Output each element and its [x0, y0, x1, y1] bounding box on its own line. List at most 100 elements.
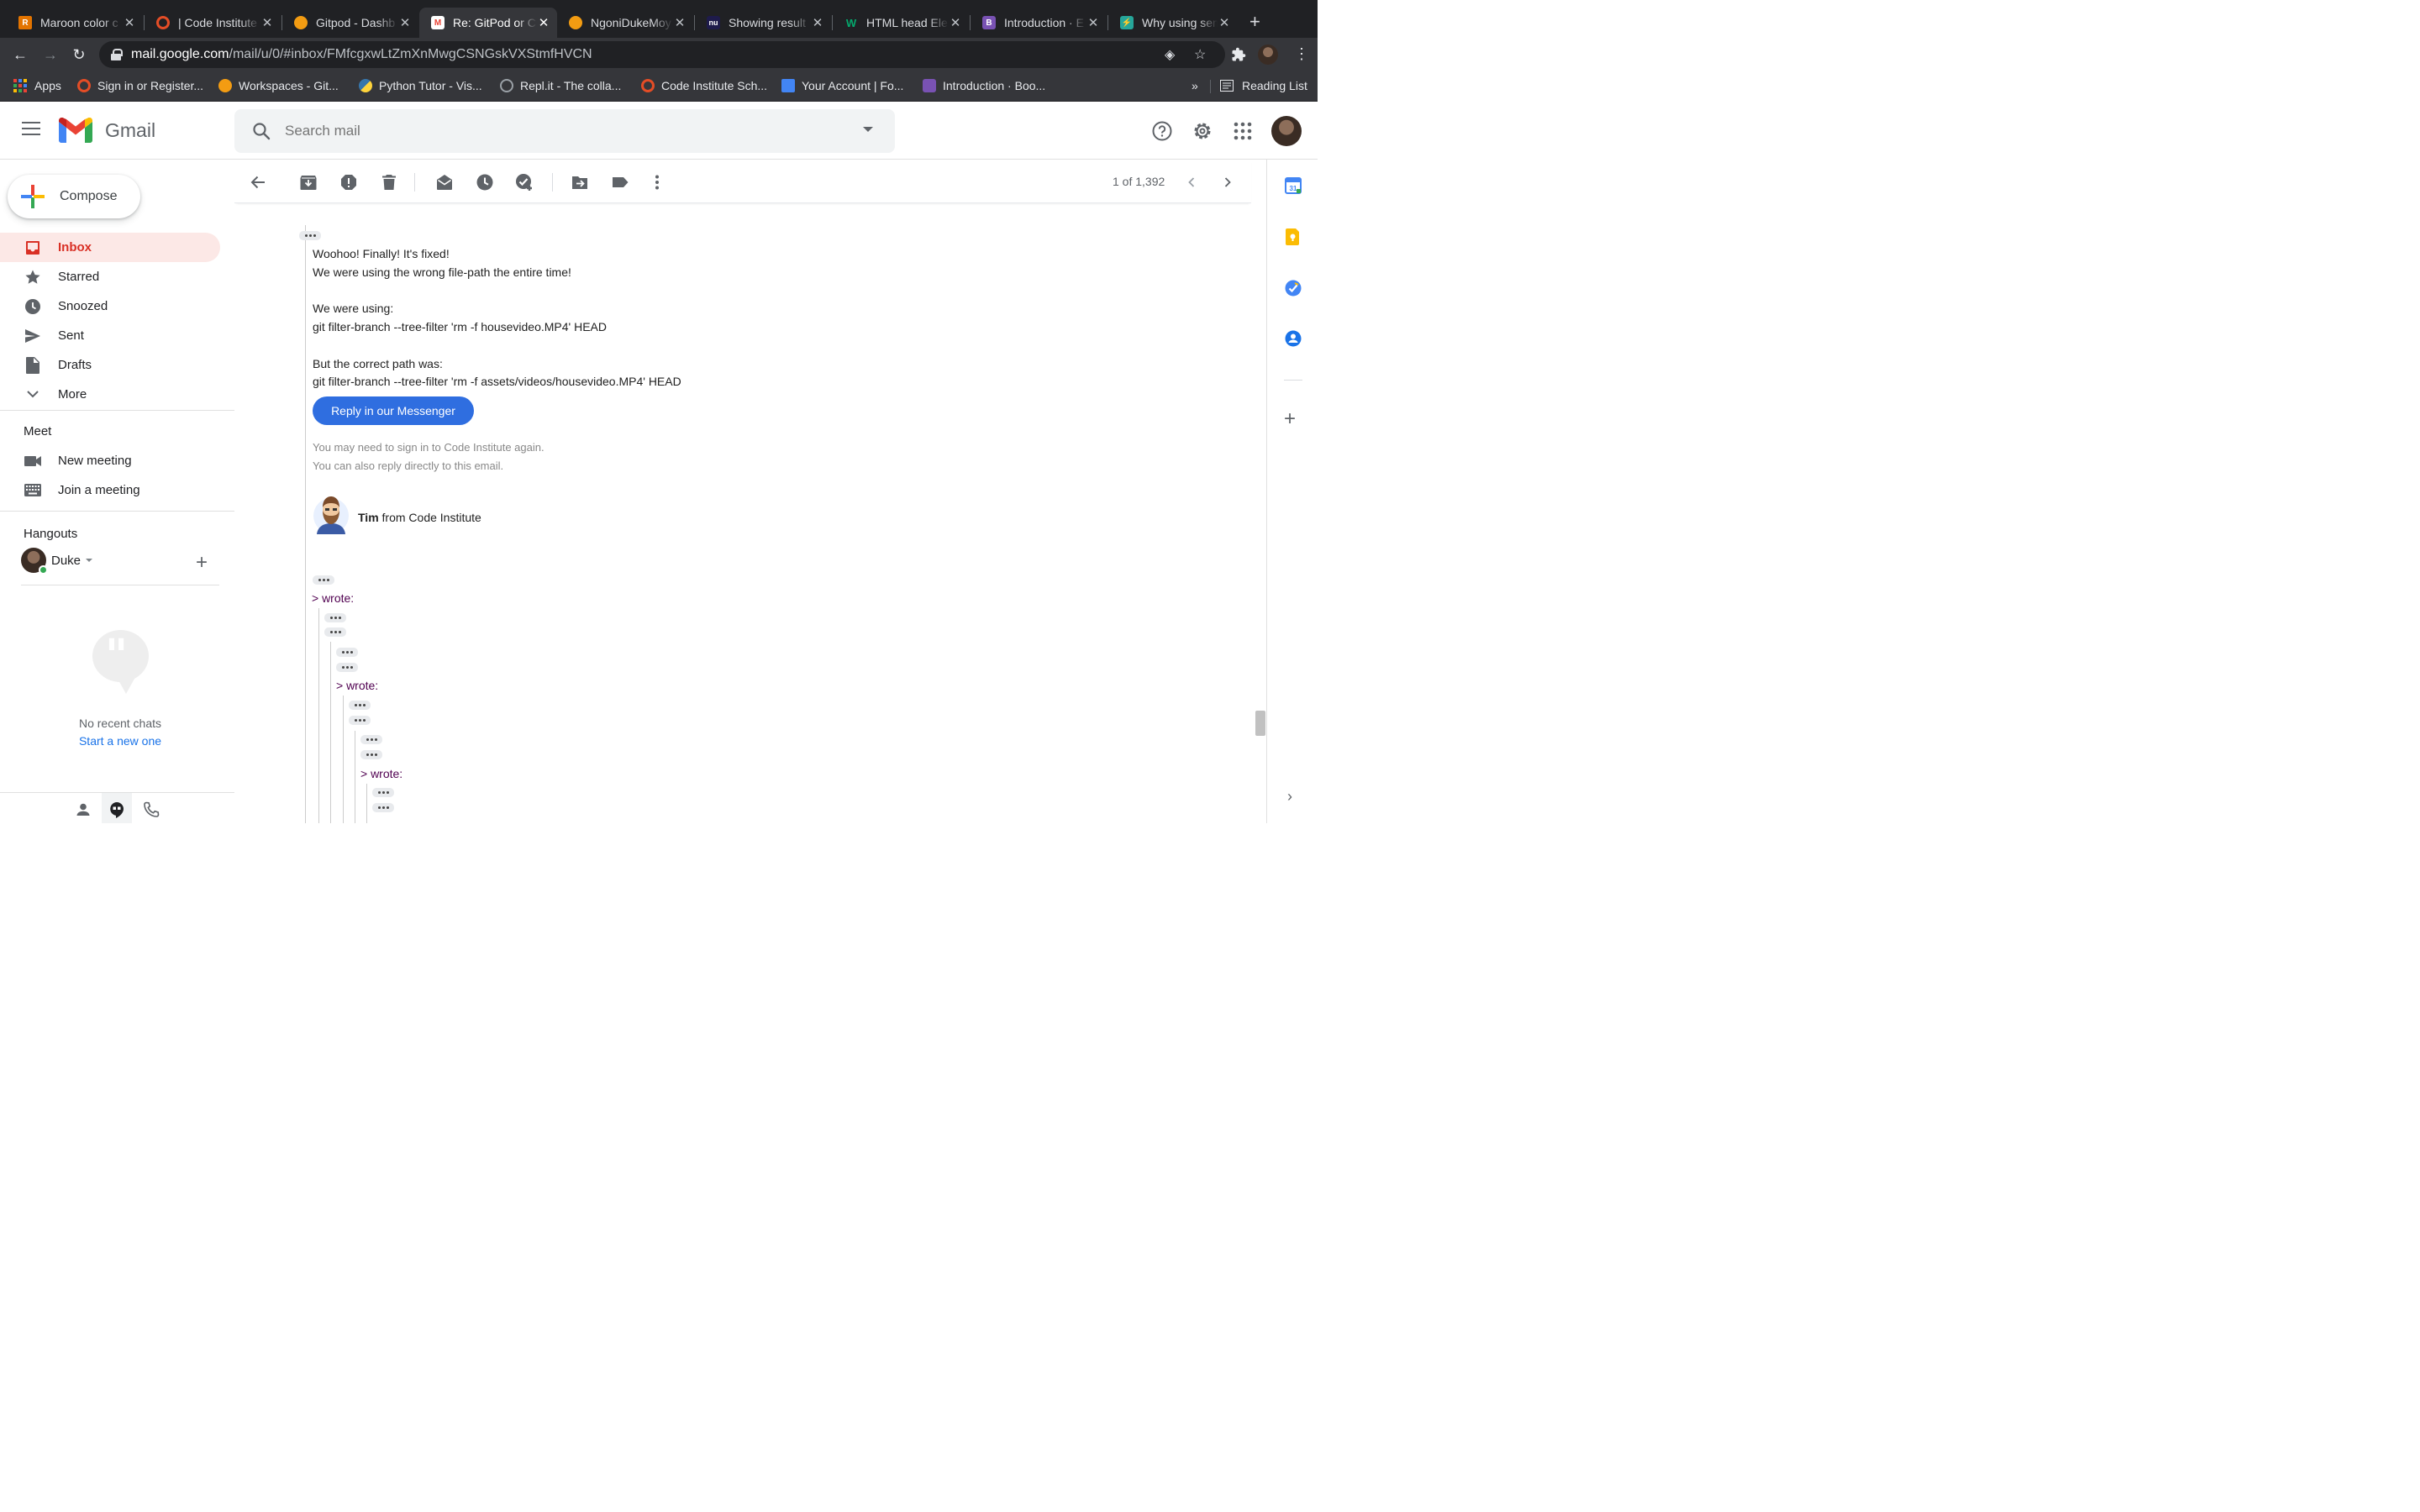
newer-icon[interactable] — [1182, 173, 1201, 192]
show-trimmed-content-button[interactable] — [299, 231, 321, 240]
search-options-icon[interactable] — [863, 127, 873, 132]
reading-list-button[interactable]: Reading List — [1220, 79, 1307, 92]
bookmark-item[interactable]: Sign in or Register... — [77, 79, 203, 92]
move-to-icon[interactable] — [571, 173, 589, 192]
keep-icon[interactable] — [1285, 228, 1302, 245]
show-trimmed-content-button[interactable] — [336, 663, 358, 672]
close-tab-icon[interactable]: ✕ — [123, 15, 136, 30]
mark-unread-icon[interactable] — [435, 173, 454, 192]
close-tab-icon[interactable]: ✕ — [398, 15, 412, 30]
search-icon[interactable] — [251, 121, 271, 141]
account-avatar[interactable] — [1271, 116, 1302, 146]
bookmark-item[interactable]: Introduction · Boo... — [923, 79, 1045, 92]
hide-side-panel-icon[interactable]: › — [1287, 788, 1292, 806]
start-new-chat-link[interactable]: Start a new one — [0, 734, 240, 748]
nav-inbox[interactable]: Inbox — [0, 233, 220, 262]
show-trimmed-content-button[interactable] — [349, 701, 371, 710]
browser-tab[interactable]: | Code Institute ✕ — [145, 8, 281, 38]
bookmark-star-icon[interactable]: ☆ — [1194, 46, 1206, 63]
show-trimmed-content-button[interactable] — [360, 735, 382, 744]
browser-tab[interactable]: NgoniDukeMoy ✕ — [557, 8, 693, 38]
new-tab-button[interactable]: + — [1249, 12, 1260, 32]
close-tab-icon[interactable]: ✕ — [537, 15, 550, 30]
main-menu-icon[interactable] — [22, 122, 40, 137]
browser-tab[interactable]: ⚡ Why using sem ✕ — [1108, 8, 1238, 38]
get-addons-icon[interactable]: + — [1284, 409, 1296, 429]
back-to-inbox-icon[interactable] — [249, 173, 267, 192]
settings-gear-icon[interactable] — [1192, 120, 1213, 142]
help-icon[interactable] — [1151, 120, 1173, 142]
bookmarks-overflow-button[interactable]: » — [1192, 79, 1198, 92]
browser-tab[interactable]: nu Showing result ✕ — [695, 8, 831, 38]
bookmark-apps[interactable]: Apps — [13, 79, 61, 92]
browser-tab[interactable]: B Introduction · E ✕ — [971, 8, 1107, 38]
browser-tab-active[interactable]: M Re: GitPod or C ✕ — [419, 8, 557, 38]
person-icon[interactable] — [75, 801, 92, 818]
browser-tab[interactable]: Gitpod - Dashb ✕ — [282, 8, 418, 38]
meet-new-meeting[interactable]: New meeting — [0, 446, 220, 475]
tasks-icon[interactable] — [1285, 280, 1302, 297]
nav-more[interactable]: More — [0, 380, 220, 409]
close-tab-icon[interactable]: ✕ — [260, 15, 274, 30]
scrollbar-thumb[interactable] — [1255, 711, 1265, 736]
gmail-header: Gmail — [0, 102, 1318, 160]
contacts-icon[interactable] — [1285, 330, 1302, 347]
meet-join-meeting[interactable]: Join a meeting — [0, 475, 220, 505]
reload-icon[interactable]: ↻ — [70, 46, 88, 63]
snooze-icon[interactable] — [476, 173, 494, 192]
add-chat-icon[interactable]: + — [196, 553, 208, 573]
show-trimmed-content-button[interactable] — [336, 648, 358, 657]
extensions-icon[interactable] — [1231, 47, 1246, 62]
back-icon[interactable]: ← — [11, 46, 29, 63]
nav-starred[interactable]: Starred — [0, 262, 220, 291]
bookmark-item[interactable]: Repl.it - The colla... — [500, 79, 621, 92]
close-tab-icon[interactable]: ✕ — [949, 15, 962, 30]
nav-snoozed[interactable]: Snoozed — [0, 291, 220, 321]
show-trimmed-content-button[interactable] — [360, 750, 382, 759]
reply-in-messenger-button[interactable]: Reply in our Messenger — [313, 396, 474, 425]
more-options-icon[interactable] — [648, 173, 666, 192]
bookmark-item[interactable]: Code Institute Sch... — [641, 79, 767, 92]
close-tab-icon[interactable]: ✕ — [1086, 15, 1100, 30]
archive-icon[interactable] — [299, 173, 318, 192]
tab-favicon — [569, 16, 582, 29]
show-trimmed-content-button[interactable] — [324, 613, 346, 622]
compose-button[interactable]: Compose — [8, 175, 140, 218]
close-tab-icon[interactable]: ✕ — [673, 15, 687, 30]
add-to-tasks-icon[interactable] — [515, 173, 534, 192]
browser-tab[interactable]: W HTML head Ele ✕ — [833, 8, 969, 38]
calendar-icon[interactable]: 31 — [1285, 177, 1302, 194]
code-institute-icon — [641, 79, 655, 92]
label-icon[interactable] — [611, 173, 629, 192]
older-icon[interactable] — [1218, 173, 1237, 192]
show-trimmed-content-button[interactable] — [372, 788, 394, 797]
show-trimmed-content-button[interactable] — [372, 803, 394, 812]
bookmark-item[interactable]: Workspaces - Git... — [218, 79, 339, 92]
hangouts-chat-icon[interactable] — [108, 801, 125, 818]
show-trimmed-content-button[interactable] — [324, 627, 346, 637]
show-trimmed-content-button[interactable] — [313, 575, 334, 585]
eye-icon[interactable]: ◈ — [1165, 46, 1175, 63]
lock-icon[interactable] — [111, 49, 123, 60]
nav-sent[interactable]: Sent — [0, 321, 220, 350]
browser-menu-icon[interactable]: ⋮ — [1294, 45, 1309, 63]
phone-icon[interactable] — [143, 801, 160, 818]
search-input[interactable] — [285, 109, 839, 153]
bookmark-item[interactable]: Your Account | Fo... — [781, 79, 903, 92]
hangouts-user[interactable]: Duke — [21, 548, 93, 575]
report-spam-icon[interactable] — [339, 173, 358, 192]
show-trimmed-content-button[interactable] — [349, 716, 371, 725]
reading-list-icon — [1220, 80, 1234, 92]
google-apps-icon[interactable] — [1232, 120, 1254, 142]
bookmark-item[interactable]: Python Tutor - Vis... — [359, 79, 482, 92]
delete-icon[interactable] — [380, 173, 398, 192]
address-bar[interactable]: mail.google.com/mail/u/0/#inbox/FMfcgxwL… — [99, 41, 1225, 68]
nav-drafts[interactable]: Drafts — [0, 350, 220, 380]
browser-tab[interactable]: R Maroon color c ✕ — [7, 8, 143, 38]
forward-icon[interactable]: → — [41, 46, 60, 63]
replit-icon — [500, 79, 513, 92]
gmail-logo[interactable]: Gmail — [59, 118, 155, 143]
close-tab-icon[interactable]: ✕ — [811, 15, 824, 30]
profile-avatar[interactable] — [1258, 45, 1278, 65]
close-tab-icon[interactable]: ✕ — [1218, 15, 1231, 30]
